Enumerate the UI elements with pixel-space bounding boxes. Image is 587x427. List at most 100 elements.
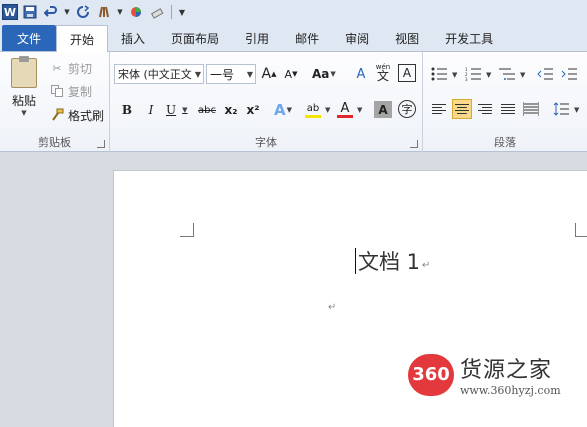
tab-view[interactable]: 视图 <box>382 25 432 51</box>
align-left-icon <box>432 103 446 115</box>
bold-button[interactable]: B <box>118 100 136 120</box>
margin-corner-mark <box>180 223 194 237</box>
cut-button[interactable]: ✂ 剪切 <box>50 58 92 78</box>
divider <box>171 5 172 19</box>
line-spacing-button[interactable] <box>551 99 571 119</box>
copy-label: 复制 <box>68 84 93 99</box>
grow-font-button[interactable]: A ▲ <box>260 64 278 84</box>
format-painter-label: 格式刷 <box>68 108 105 123</box>
chevron-down-icon[interactable]: ▼ <box>574 106 579 114</box>
phonetic-guide-button[interactable]: wén 文 <box>374 62 392 82</box>
tab-file[interactable]: 文件 <box>2 25 56 51</box>
font-size-value: 一号 <box>210 67 235 82</box>
align-left-button[interactable] <box>429 99 449 119</box>
font-group-label: 字体 <box>255 136 277 149</box>
justify-button[interactable] <box>498 99 518 119</box>
align-right-button[interactable] <box>475 99 495 119</box>
format-painter-button[interactable]: 格式刷 <box>50 105 104 125</box>
bullets-button[interactable] <box>429 64 449 84</box>
enclose-characters-button[interactable]: 字 <box>398 100 416 118</box>
chevron-down-icon[interactable]: ▼ <box>452 71 457 79</box>
text-effects-button[interactable]: A ▼ <box>274 100 292 120</box>
eraser-icon[interactable] <box>148 3 166 21</box>
subscript-button[interactable]: x₂ <box>222 100 240 120</box>
bullets-icon <box>431 67 447 81</box>
clear-formatting-button[interactable]: A <box>352 64 370 84</box>
multilevel-list-button[interactable] <box>497 64 517 84</box>
paragraph-mark: ↵ <box>328 302 337 313</box>
distributed-button[interactable] <box>521 99 541 119</box>
chevron-down-icon[interactable]: ▼ <box>325 106 330 114</box>
chevron-down-icon: ▼ <box>21 109 27 117</box>
undo-icon[interactable] <box>42 3 60 21</box>
watermark-text: 货源之家 www.360hyzj.com <box>460 352 561 397</box>
quick-access-toolbar: W ▼ ▼ ▼ <box>0 0 587 24</box>
font-color-button[interactable]: A <box>336 100 354 120</box>
document-text[interactable]: 文档 1 ↵ <box>355 246 430 276</box>
font-size-combo[interactable]: 一号 ▼ <box>206 64 256 84</box>
color-icon[interactable] <box>127 3 145 21</box>
highlight-color-bar <box>305 114 321 118</box>
clipboard-group: 粘贴 ▼ ✂ 剪切 复制 格式刷 剪贴板 <box>0 52 110 152</box>
clipboard-group-label: 剪贴板 <box>38 136 71 149</box>
save-icon[interactable] <box>21 3 39 21</box>
enclose-characters-icon: 字 <box>401 103 413 116</box>
highlight-button[interactable]: ab <box>304 100 322 120</box>
chevron-down-icon[interactable]: ▼ <box>486 71 491 79</box>
chevron-down-icon[interactable]: ▼ <box>357 106 362 114</box>
numbering-button[interactable]: 123 <box>463 64 483 84</box>
format-icon[interactable] <box>95 3 113 21</box>
customize-icon[interactable]: ▼ <box>177 3 187 21</box>
clipboard-icon <box>11 56 37 88</box>
dialog-launcher-icon[interactable] <box>97 140 105 148</box>
decrease-indent-button[interactable] <box>535 64 555 84</box>
chevron-down-icon[interactable]: ▼ <box>116 3 124 21</box>
copy-button[interactable]: 复制 <box>50 81 92 101</box>
word-app-icon[interactable]: W <box>2 4 18 20</box>
highlighter-icon: ab <box>306 102 320 114</box>
paragraph-group: ▼ 123 ▼ ▼ ▼ 段落 <box>423 52 587 152</box>
increase-indent-icon <box>561 68 577 80</box>
superscript-button[interactable]: x² <box>244 100 262 120</box>
chevron-down-icon[interactable]: ▼ <box>520 71 525 79</box>
paste-label: 粘贴 <box>11 94 36 108</box>
tab-insert[interactable]: 插入 <box>108 25 158 51</box>
dialog-launcher-icon[interactable] <box>410 140 418 148</box>
italic-button[interactable]: I <box>142 100 160 120</box>
watermark-badge: 360 <box>408 353 454 396</box>
phonetic-guide-icon: 文 <box>376 69 389 83</box>
ribbon: 粘贴 ▼ ✂ 剪切 复制 格式刷 剪贴板 宋体 (中文正文 ▼ 一号 ▼ A ▲… <box>0 52 587 152</box>
decrease-indent-icon <box>537 68 553 80</box>
copy-icon <box>50 84 64 98</box>
tab-page-layout[interactable]: 页面布局 <box>158 25 232 51</box>
font-name-combo[interactable]: 宋体 (中文正文 ▼ <box>114 64 204 84</box>
increase-indent-button[interactable] <box>559 64 579 84</box>
chevron-down-icon[interactable]: ▼ <box>63 3 71 21</box>
character-border-button[interactable]: A <box>398 64 416 82</box>
font-color-bar <box>337 115 353 118</box>
character-shading-button[interactable]: A <box>374 101 392 118</box>
scissors-icon: ✂ <box>52 61 62 75</box>
paste-button[interactable]: 粘贴 ▼ <box>6 56 42 130</box>
align-center-button[interactable] <box>452 99 472 119</box>
tab-mailings[interactable]: 邮件 <box>282 25 332 51</box>
tab-developer[interactable]: 开发工具 <box>432 25 506 51</box>
strikethrough-button[interactable]: abc <box>198 100 216 120</box>
font-color-icon: A <box>340 101 350 116</box>
font-name-value: 宋体 (中文正文 <box>118 68 192 81</box>
chevron-down-icon: ▼ <box>182 106 188 114</box>
redo-icon[interactable] <box>74 3 92 21</box>
chevron-down-icon: ▼ <box>246 70 253 79</box>
watermark-name: 货源之家 <box>460 358 553 383</box>
tab-references[interactable]: 引用 <box>232 25 282 51</box>
change-case-button[interactable]: Aa ▼ <box>312 64 336 84</box>
chevron-down-icon: ▼ <box>330 70 336 78</box>
chevron-down-icon: ▼ <box>194 70 201 79</box>
shrink-font-button[interactable]: A ▼ <box>282 64 300 84</box>
tab-home[interactable]: 开始 <box>56 25 109 52</box>
underline-button[interactable]: U ▼ <box>166 100 188 120</box>
multilevel-list-icon <box>499 68 515 80</box>
tab-review[interactable]: 审阅 <box>332 25 382 51</box>
numbering-icon: 123 <box>465 67 481 81</box>
align-center-icon <box>455 103 469 115</box>
